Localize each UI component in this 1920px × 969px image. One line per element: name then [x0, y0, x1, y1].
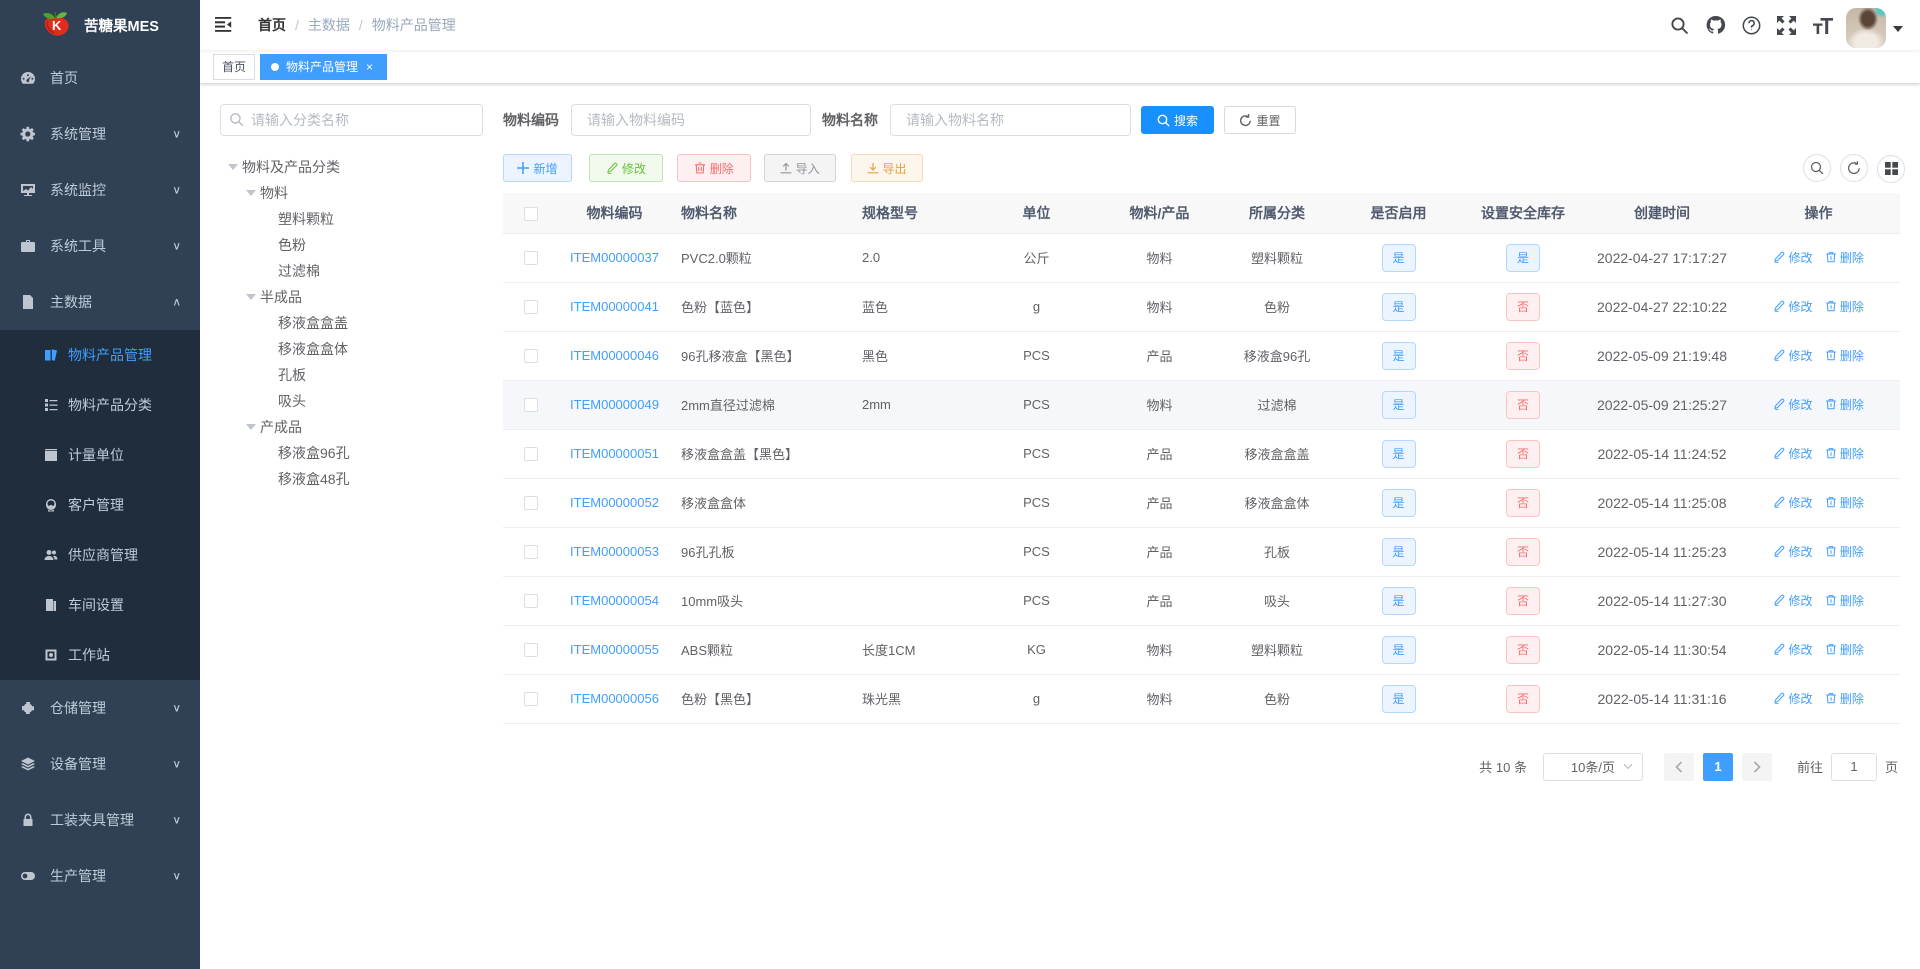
svg-text:K: K: [52, 18, 62, 33]
